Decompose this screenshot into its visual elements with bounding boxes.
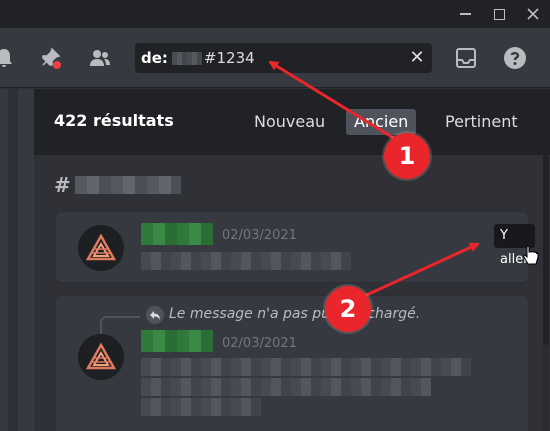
cursor-icon	[523, 245, 539, 265]
result-count: 422 résultats	[54, 111, 174, 130]
tab-oldest[interactable]: Ancien	[346, 109, 417, 135]
avatar[interactable]	[78, 334, 124, 380]
chat-scrollbar[interactable]	[8, 89, 18, 431]
search-discriminator: #1234	[203, 49, 255, 67]
message-timestamp: 02/03/2021	[222, 336, 297, 351]
bell-icon[interactable]	[0, 46, 16, 70]
search-result-message[interactable]: Le message n'a pas pu être chargé. 02/03…	[55, 295, 529, 431]
blurred-message-content	[141, 398, 261, 416]
blurred-message-content	[141, 378, 431, 396]
channel-hash-icon: #	[54, 173, 71, 197]
blurred-username	[171, 52, 202, 65]
search-result-message[interactable]: 02/03/2021 Y aller	[55, 211, 539, 283]
search-query: de: #1234	[141, 43, 255, 73]
clear-search-button[interactable]: ✕	[407, 48, 427, 68]
members-icon[interactable]	[88, 46, 112, 70]
search-results-panel: 422 résultats Nouveau Ancien Pertinent #…	[34, 89, 550, 431]
tab-relevant[interactable]: Pertinent	[437, 109, 526, 135]
annotation-marker-1: 1	[384, 133, 430, 179]
results-scrollbar[interactable]	[543, 155, 549, 431]
help-icon[interactable]	[503, 46, 527, 70]
channel-toolbar: de: #1234 ✕	[0, 28, 550, 88]
blurred-message-content	[141, 358, 471, 376]
channel-heading[interactable]: #	[54, 173, 181, 197]
maximize-button[interactable]	[482, 0, 516, 28]
blurred-username[interactable]	[141, 330, 213, 352]
chat-area-edge	[0, 89, 34, 431]
annotation-marker-2: 2	[325, 286, 371, 332]
server-logo-icon	[86, 342, 116, 370]
window-title-bar	[0, 0, 550, 28]
blurred-username[interactable]	[141, 223, 213, 245]
inbox-icon[interactable]	[454, 46, 478, 70]
results-scroll-thumb[interactable]	[543, 155, 549, 345]
maximize-icon	[493, 8, 505, 20]
pin-icon[interactable]	[38, 46, 62, 70]
blurred-message-content	[141, 252, 351, 270]
server-logo-icon	[86, 233, 116, 261]
avatar[interactable]	[78, 225, 124, 271]
minimize-icon	[459, 13, 471, 15]
reply-connector	[100, 316, 140, 334]
close-icon	[527, 8, 539, 20]
search-input[interactable]: de: #1234 ✕	[135, 43, 432, 73]
reply-icon	[146, 306, 164, 324]
message-timestamp: 02/03/2021	[222, 228, 297, 243]
reply-preview-text[interactable]: Le message n'a pas pu être chargé.	[169, 306, 420, 322]
results-header: 422 résultats Nouveau Ancien Pertinent	[34, 89, 550, 155]
search-filter-prefix: de:	[141, 49, 168, 67]
blurred-channel-name	[74, 176, 181, 194]
close-window-button[interactable]	[516, 0, 550, 28]
minimize-button[interactable]	[448, 0, 482, 28]
tab-newest[interactable]: Nouveau	[246, 109, 333, 135]
